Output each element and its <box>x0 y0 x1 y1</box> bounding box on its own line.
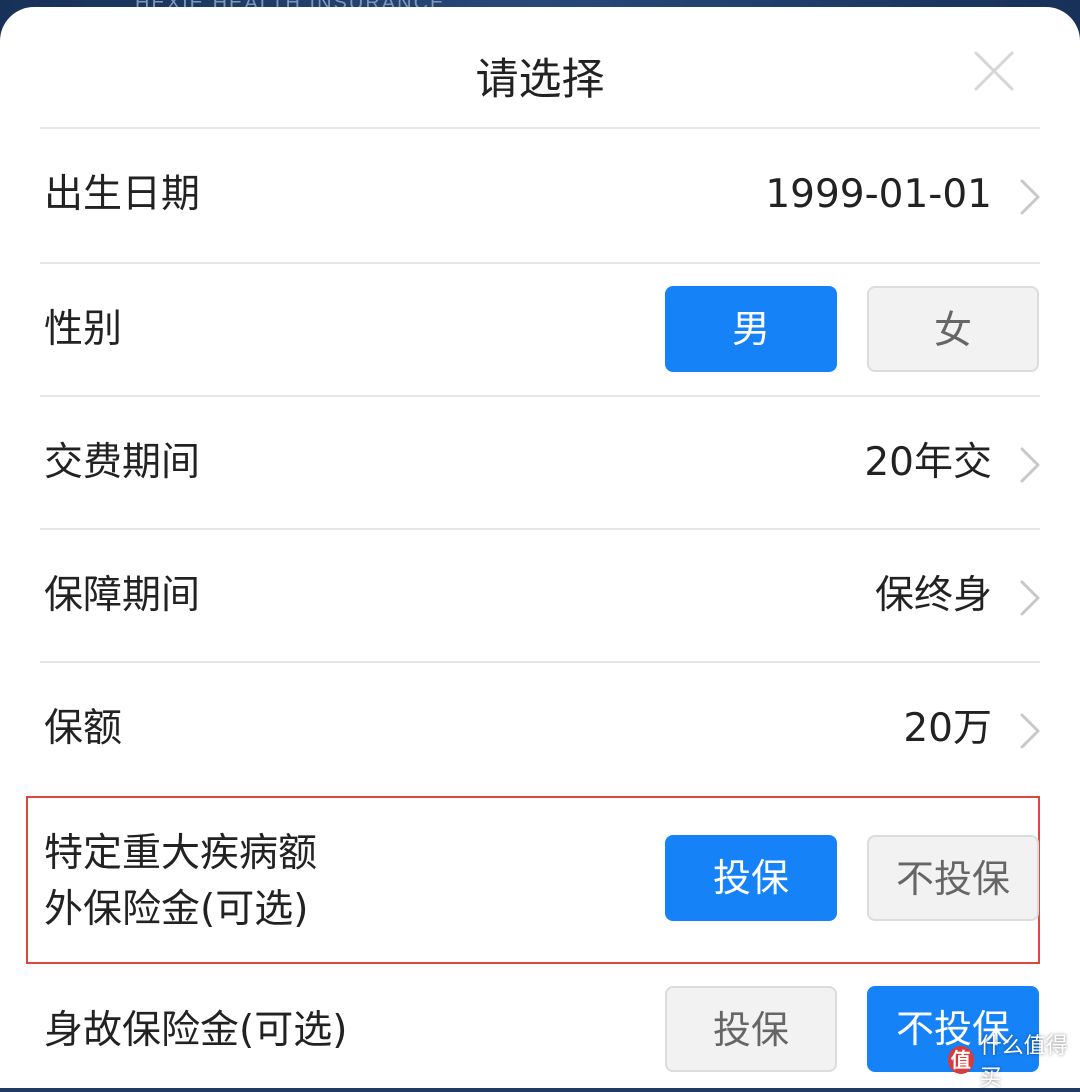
row-death-benefit: 身故保险金(可选) 投保 不投保 <box>0 965 1080 1088</box>
extra-ci-decline-button[interactable]: 不投保 <box>867 835 1039 921</box>
chevron-right-icon[interactable] <box>1016 445 1042 485</box>
gender-male-button[interactable]: 男 <box>665 286 837 372</box>
gender-label: 性别 <box>44 307 123 352</box>
death-benefit-label: 身故保险金(可选) <box>44 1008 348 1053</box>
payment-period-value[interactable]: 20年交 <box>864 435 992 491</box>
dialog-header: 请选择 <box>0 7 1080 128</box>
birth-date-value[interactable]: 1999-01-01 <box>765 167 992 223</box>
dialog-title: 请选择 <box>475 55 605 105</box>
extra-ci-label-line1: 特定重大疾病额 <box>44 831 318 876</box>
sum-insured-label: 保额 <box>44 706 123 751</box>
sum-insured-value[interactable]: 20万 <box>903 701 992 757</box>
row-payment-period[interactable]: 交费期间 20年交 <box>0 397 1080 529</box>
watermark-text: 什么值得买 <box>979 1034 1068 1091</box>
payment-period-label: 交费期间 <box>44 440 201 485</box>
birth-date-label: 出生日期 <box>44 172 201 217</box>
coverage-period-value[interactable]: 保终身 <box>875 568 992 624</box>
gender-female-button[interactable]: 女 <box>867 286 1039 372</box>
chevron-right-icon[interactable] <box>1016 711 1042 751</box>
row-sum-insured[interactable]: 保额 20万 <box>0 663 1080 793</box>
extra-ci-insure-button[interactable]: 投保 <box>665 835 837 921</box>
chevron-right-icon[interactable] <box>1016 177 1042 217</box>
row-gender: 性别 男 女 <box>0 264 1080 395</box>
extra-ci-label-line2: 外保险金(可选) <box>44 887 309 932</box>
watermark-badge: 值 <box>948 1046 974 1074</box>
death-benefit-insure-button[interactable]: 投保 <box>665 986 837 1072</box>
watermark: 值 什么值得买 <box>948 1034 1080 1091</box>
coverage-period-label: 保障期间 <box>44 573 201 618</box>
row-coverage-period[interactable]: 保障期间 保终身 <box>0 530 1080 662</box>
close-icon[interactable] <box>972 49 1016 93</box>
row-birth-date[interactable]: 出生日期 1999-01-01 <box>0 129 1080 262</box>
row-extra-critical-illness: 特定重大疾病额 外保险金(可选) 投保 不投保 <box>0 798 1080 962</box>
selection-dialog: 请选择 出生日期 1999-01-01 性别 男 女 交费期间 20年交 保障期 <box>0 7 1080 1088</box>
chevron-right-icon[interactable] <box>1016 578 1042 618</box>
